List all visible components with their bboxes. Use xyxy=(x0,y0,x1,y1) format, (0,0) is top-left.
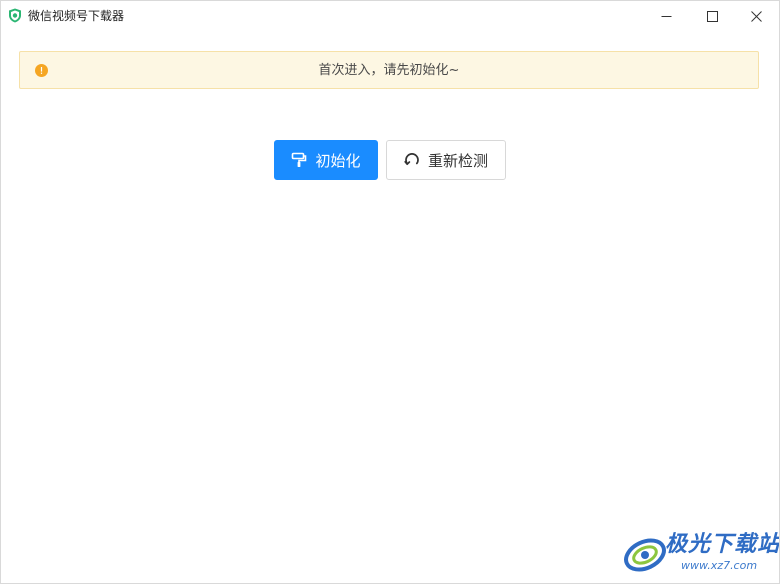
alert-message: 首次进入，请先初始化~ xyxy=(318,63,460,78)
first-run-alert: 首次进入，请先初始化~ xyxy=(19,51,759,89)
watermark-url: www.xz7.com xyxy=(681,559,758,572)
maximize-icon xyxy=(706,10,718,22)
minimize-icon xyxy=(661,15,671,17)
refresh-icon xyxy=(404,153,419,166)
initialize-button[interactable]: 初始化 xyxy=(274,140,378,180)
window-title: 微信视频号下载器 xyxy=(28,9,125,23)
close-button[interactable] xyxy=(733,1,779,31)
paint-roller-icon xyxy=(292,152,307,167)
initialize-button-label: 初始化 xyxy=(315,151,361,170)
title-bar[interactable]: 微信视频号下载器 xyxy=(1,1,779,31)
app-window: 微信视频号下载器 首次进入，请先初始化~ 初始化 重新检测 极光下载站 www.… xyxy=(0,0,780,584)
close-icon xyxy=(750,10,762,22)
app-logo-icon xyxy=(9,8,21,23)
recheck-button[interactable]: 重新检测 xyxy=(386,140,506,180)
site-logo-icon xyxy=(624,538,666,572)
watermark-title: 极光下载站 xyxy=(665,532,780,557)
watermark: 极光下载站 www.xz7.com xyxy=(619,529,779,581)
recheck-button-label: 重新检测 xyxy=(427,151,488,170)
maximize-button[interactable] xyxy=(689,1,735,31)
minimize-button[interactable] xyxy=(643,1,689,31)
